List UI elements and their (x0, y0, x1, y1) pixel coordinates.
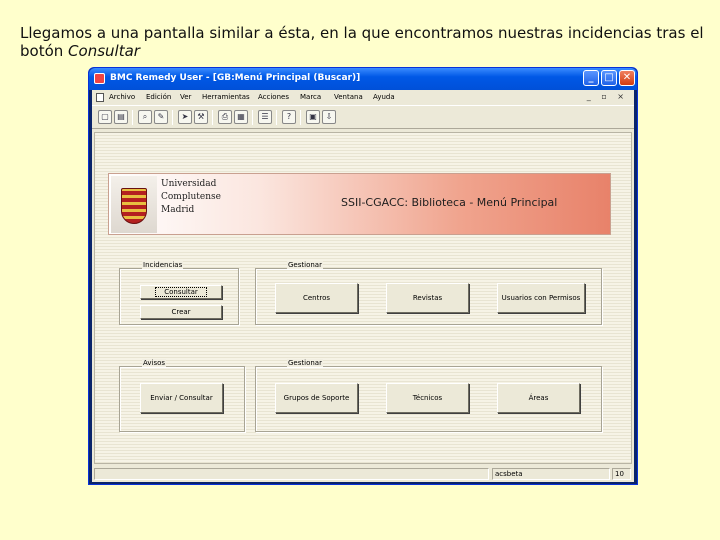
avisos-label: Avisos (142, 359, 167, 367)
minimize-button[interactable]: _ (583, 70, 599, 86)
toolbar-separator (212, 110, 213, 125)
toolbar-separator (132, 110, 133, 125)
status-message (94, 468, 489, 480)
main-menu-form: Universidad Complutense Madrid SSII-CGAC… (94, 132, 632, 464)
title-bar[interactable]: BMC Remedy User - [GB:Menú Principal (Bu… (89, 68, 637, 90)
new-icon[interactable]: ▢ (98, 110, 112, 124)
print-icon[interactable]: ⎙ (218, 110, 232, 124)
university-line-2: Complutense (161, 192, 221, 202)
gestionar-label: Gestionar (287, 261, 323, 269)
university-line-3: Madrid (161, 205, 195, 215)
tecnicos-button[interactable]: Técnicos (386, 383, 469, 413)
gestionar-soporte-label: Gestionar (287, 359, 323, 367)
toolbar-separator (276, 110, 277, 125)
tools-icon[interactable]: ⚒ (194, 110, 208, 124)
areas-button[interactable]: Áreas (497, 383, 580, 413)
menu-archivo[interactable]: Archivo (109, 93, 135, 101)
modify-icon[interactable]: ✎ (154, 110, 168, 124)
toolbar-separator (300, 110, 301, 125)
menu-acciones[interactable]: Acciones (258, 93, 289, 101)
document-icon[interactable] (96, 93, 104, 102)
menu-edicion[interactable]: Edición (146, 93, 171, 101)
help-icon[interactable]: ? (282, 110, 296, 124)
status-number: 10 (612, 468, 631, 480)
enviar-consultar-button[interactable]: Enviar / Consultar (140, 383, 223, 413)
banner-title: SSII-CGACC: Biblioteca - Menú Principal (341, 196, 558, 209)
toolbar-separator (252, 110, 253, 125)
open-icon[interactable]: ▤ (114, 110, 128, 124)
status-bar: acsbeta 10 (92, 467, 634, 481)
menu-bar: Archivo Edición Ver Herramientas Accione… (92, 90, 634, 105)
server-name: acsbeta (492, 468, 610, 480)
menu-ver[interactable]: Ver (180, 93, 191, 101)
app-icon (94, 73, 105, 84)
toolbar: ▢ ▤ ⌕ ✎ ➤ ⚒ ⎙ ▦ ☰ ? ▣ ⇩ (92, 105, 634, 129)
book-icon[interactable]: ▣ (306, 110, 320, 124)
centros-button[interactable]: Centros (275, 283, 358, 313)
university-name: Universidad Complutense Madrid (161, 178, 221, 217)
revistas-button[interactable]: Revistas (386, 283, 469, 313)
crest-icon (121, 188, 147, 224)
window-title: BMC Remedy User - [GB:Menú Principal (Bu… (110, 73, 361, 83)
university-line-1: Universidad (161, 179, 217, 189)
close-button[interactable]: ✕ (619, 70, 635, 86)
maximize-button[interactable]: □ (601, 70, 617, 86)
menu-ventana[interactable]: Ventana (334, 93, 363, 101)
consultar-label: Consultar (155, 287, 207, 297)
send-icon[interactable]: ➤ (178, 110, 192, 124)
caption-emphasis: Consultar (68, 42, 140, 60)
search-icon[interactable]: ⌕ (138, 110, 152, 124)
incidencias-label: Incidencias (142, 261, 184, 269)
crear-button[interactable]: Crear (140, 305, 222, 319)
university-logo (111, 176, 157, 233)
usuarios-permisos-button[interactable]: Usuarios con Permisos (497, 283, 585, 313)
menu-ayuda[interactable]: Ayuda (373, 93, 395, 101)
consultar-button[interactable]: Consultar (140, 285, 222, 299)
remedy-window: BMC Remedy User - [GB:Menú Principal (Bu… (88, 67, 638, 485)
menu-marca[interactable]: Marca (300, 93, 321, 101)
mdi-controls[interactable]: _ ▫ × (587, 92, 628, 101)
grupos-soporte-button[interactable]: Grupos de Soporte (275, 383, 358, 413)
context-help-icon[interactable]: ⇩ (322, 110, 336, 124)
menu-herramientas[interactable]: Herramientas (202, 93, 250, 101)
slide-caption: Llegamos a una pantalla similar a ésta, … (20, 24, 710, 60)
toolbar-separator (172, 110, 173, 125)
header-banner: Universidad Complutense Madrid SSII-CGAC… (108, 173, 611, 235)
list-icon[interactable]: ☰ (258, 110, 272, 124)
report-icon[interactable]: ▦ (234, 110, 248, 124)
client-area: Archivo Edición Ver Herramientas Accione… (92, 90, 634, 482)
